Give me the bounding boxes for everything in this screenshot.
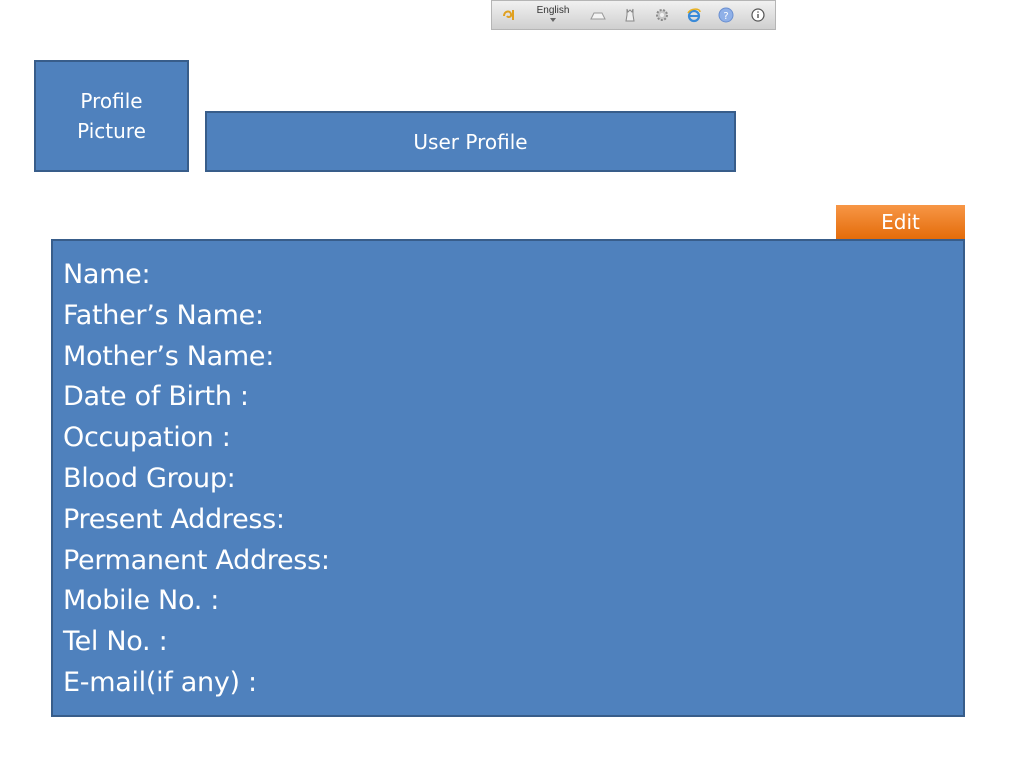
profile-picture-label: Profile Picture [77, 89, 146, 143]
field-name: Name: [63, 259, 151, 290]
chess-piece-icon[interactable] [622, 7, 638, 23]
field-tel-no: Tel No. : [63, 626, 168, 658]
field-date-of-birth: Date of Birth : [63, 381, 249, 413]
field-blood-group: Blood Group: [63, 462, 236, 494]
edit-button[interactable]: Edit [836, 205, 965, 239]
field-mobile-no: Mobile No. : [63, 585, 220, 617]
toolbar: English ? [491, 0, 776, 30]
svg-text:?: ? [723, 11, 728, 22]
page-title: User Profile [413, 129, 528, 154]
info-icon[interactable] [750, 7, 766, 23]
profile-details-panel: Name: Father’s Name: Mother’s Name: Date… [51, 239, 965, 717]
keyboard-icon[interactable] [590, 7, 606, 23]
profile-picture[interactable]: Profile Picture [34, 60, 189, 172]
field-mothers-name: Mother’s Name: [63, 340, 275, 372]
field-present-address: Present Address: [63, 503, 285, 535]
user-profile-header: User Profile [205, 111, 736, 172]
gear-icon[interactable] [654, 7, 670, 23]
chevron-down-icon [550, 18, 556, 22]
language-label: English [536, 5, 570, 16]
browser-icon[interactable] [686, 7, 702, 23]
field-permanent-address: Permanent Address: [63, 544, 330, 576]
field-occupation: Occupation : [63, 422, 231, 454]
help-icon[interactable]: ? [718, 7, 734, 23]
language-selector[interactable]: English [532, 5, 574, 27]
field-email: E-mail(if any) : [63, 666, 257, 698]
field-fathers-name: Father’s Name: [63, 299, 264, 331]
swirl-logo-icon[interactable] [501, 7, 517, 23]
